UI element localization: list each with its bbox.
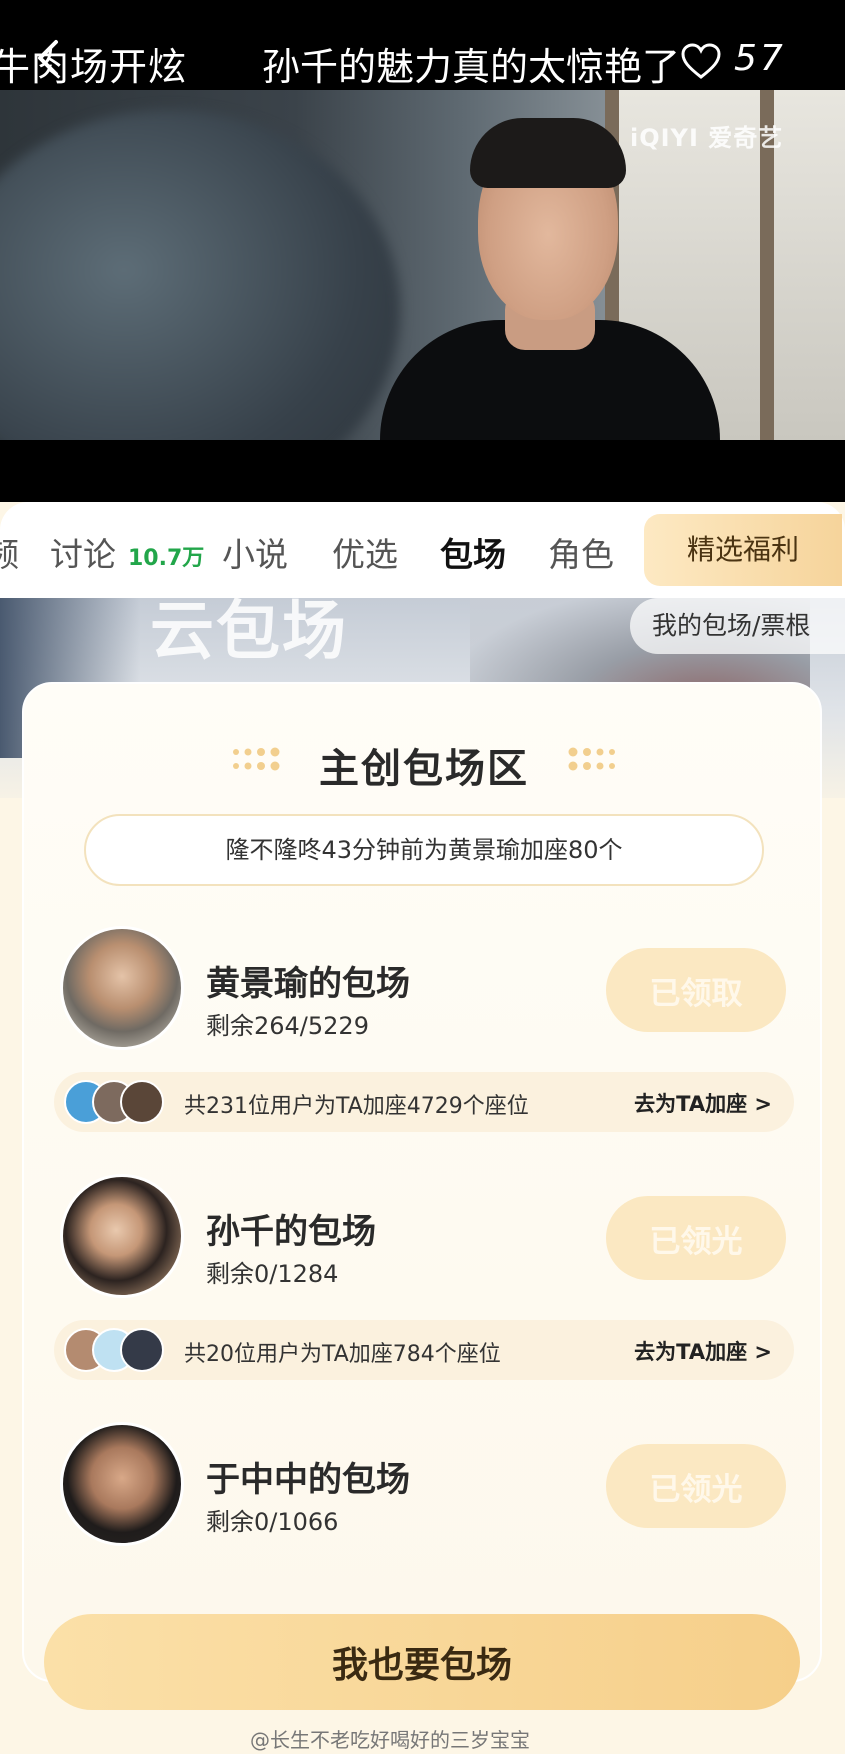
heart-icon[interactable]	[680, 42, 722, 80]
creator-screening-card: 主创包场区 隆不隆咚43分钟前为黄景瑜加座80个 黄景瑜的包场 剩余264/52…	[22, 682, 822, 1682]
supporter-avatars	[64, 1328, 174, 1372]
support-bar[interactable]: 共20位用户为TA加座784个座位 去为TA加座 >	[54, 1320, 794, 1380]
tab-video[interactable]: 频	[0, 528, 19, 576]
banner-title: 云包场	[150, 598, 348, 669]
screening-remaining: 剩余0/1284	[206, 1260, 339, 1288]
back-icon[interactable]	[30, 38, 70, 78]
decor-dots-right	[568, 747, 615, 771]
create-screening-button[interactable]: 我也要包场	[44, 1614, 800, 1710]
tab-characters[interactable]: 角色	[548, 528, 614, 576]
tab-bar: 频 讨论 10.7万 小说 优选 包场 角色 精选福利	[0, 502, 845, 598]
support-bar[interactable]: 共231位用户为TA加座4729个座位 去为TA加座 >	[54, 1072, 794, 1132]
avatar[interactable]	[60, 926, 184, 1050]
avatar[interactable]	[60, 1422, 184, 1546]
like-count: 57	[734, 38, 786, 79]
weibo-credit: @长生不老吃好喝好的三岁宝宝	[250, 1728, 530, 1752]
marquee-text: 牛肉场开炫	[0, 45, 188, 89]
actor-hair	[470, 118, 626, 188]
add-seats-link[interactable]: 去为TA加座 >	[634, 1336, 772, 1366]
avatar	[120, 1080, 164, 1124]
supporter-avatars	[64, 1080, 174, 1124]
screening-name: 孙千的包场	[206, 1212, 376, 1252]
latest-activity-notice: 隆不隆咚43分钟前为黄景瑜加座80个	[84, 814, 764, 886]
avatar	[120, 1328, 164, 1372]
tab-screening[interactable]: 包场	[440, 528, 506, 576]
tab-novel[interactable]: 小说	[222, 528, 288, 576]
screening-row: 孙千的包场 剩余0/1284 已领光 共20位用户为TA加座784个座位 去为T…	[24, 1174, 824, 1394]
discussion-count: 10.7万	[128, 546, 205, 571]
zone-title: 主创包场区	[319, 746, 529, 792]
tab-discussion[interactable]: 讨论	[50, 528, 116, 576]
claim-button[interactable]: 已领光	[606, 1444, 786, 1528]
blurred-foreground-person	[0, 110, 400, 440]
tab-selection[interactable]: 优选	[332, 528, 398, 576]
video-player[interactable]: 牛肉场开炫 孙千的魅力真的太惊艳了 57 iQIYI 爱奇艺	[0, 0, 845, 502]
screening-remaining: 剩余264/5229	[206, 1012, 369, 1040]
screening-remaining: 剩余0/1066	[206, 1508, 339, 1536]
support-summary: 共20位用户为TA加座784个座位	[184, 1342, 501, 1367]
featured-benefits-button[interactable]: 精选福利	[644, 514, 842, 586]
screening-row: 于中中的包场 剩余0/1066 已领光	[24, 1422, 824, 1642]
video-frame: iQIYI 爱奇艺	[0, 90, 845, 440]
claim-button[interactable]: 已领光	[606, 1196, 786, 1280]
my-screening-tickets-link[interactable]: 我的包场/票根	[630, 598, 845, 654]
screening-name: 于中中的包场	[206, 1460, 410, 1500]
support-summary: 共231位用户为TA加座4729个座位	[184, 1094, 529, 1119]
screening-row: 黄景瑜的包场 剩余264/5229 已领取 共231位用户为TA加座4729个座…	[24, 926, 824, 1146]
claim-button[interactable]: 已领取	[606, 948, 786, 1032]
avatar[interactable]	[60, 1174, 184, 1298]
screening-name: 黄景瑜的包场	[206, 964, 410, 1004]
video-title: 孙千的魅力真的太惊艳了	[262, 45, 681, 89]
video-top-bar: 牛肉场开炫 孙千的魅力真的太惊艳了 57	[0, 0, 845, 90]
iqiyi-watermark: iQIYI 爱奇艺	[630, 124, 784, 152]
add-seats-link[interactable]: 去为TA加座 >	[634, 1088, 772, 1118]
